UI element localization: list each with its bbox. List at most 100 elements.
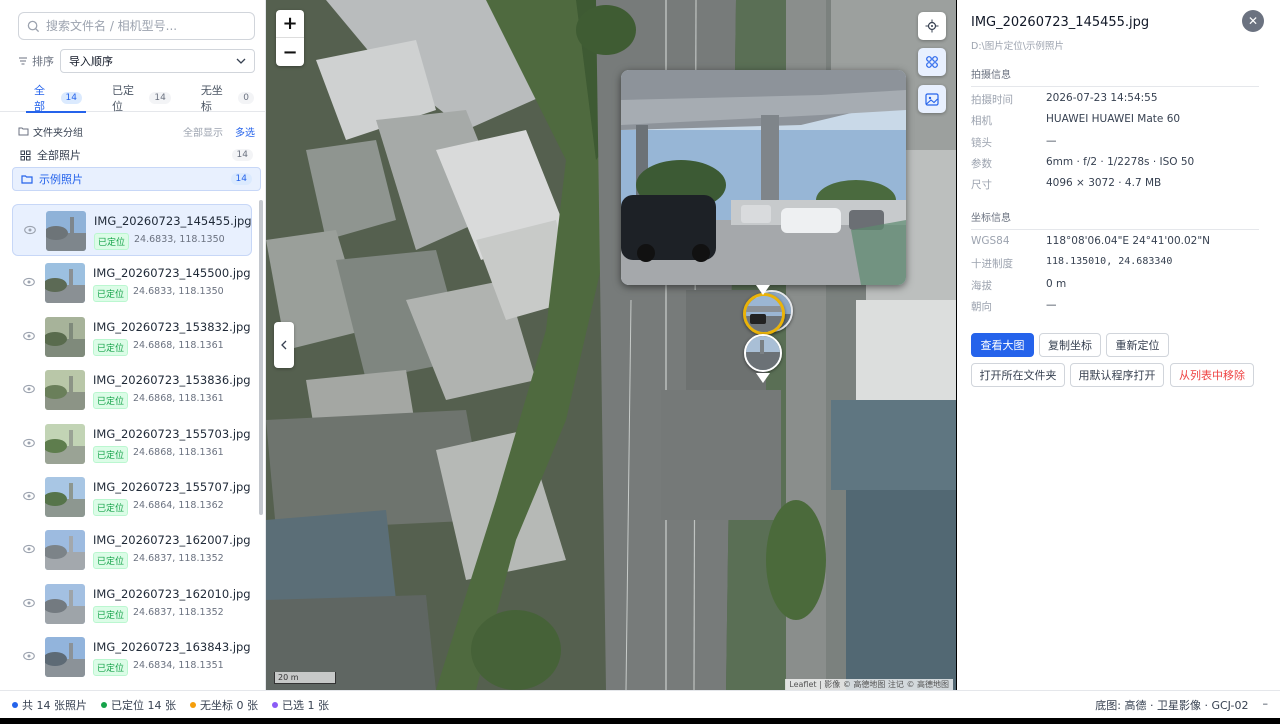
group-item-all-photos[interactable]: 全部照片 14 <box>12 143 261 167</box>
shoot-info-section: 拍摄信息 <box>971 66 1259 87</box>
chevron-left-icon <box>281 340 287 350</box>
photo-coord: 24.6833, 118.1350 <box>133 286 224 298</box>
remove-from-list-button[interactable]: 从列表中移除 <box>1170 363 1254 387</box>
zoom-in-button[interactable]: + <box>276 10 304 38</box>
copy-coords-button[interactable]: 复制坐标 <box>1039 333 1101 357</box>
photo-list-item[interactable]: IMG_20260723_163843.jpg 已定位 24.6834, 118.1… <box>12 631 252 683</box>
eye-icon[interactable] <box>23 331 35 341</box>
search-input[interactable] <box>46 19 246 33</box>
eye-icon[interactable] <box>23 384 35 394</box>
photo-thumbnail <box>46 211 86 251</box>
located-badge: 已定位 <box>93 659 129 677</box>
eye-icon[interactable] <box>23 277 35 287</box>
photo-preview-image <box>621 70 906 285</box>
photo-list-item[interactable]: IMG_20260723_153836.jpg 已定位 24.6868, 118.1… <box>12 364 252 416</box>
folder-group-header: 文件夹分组 全部显示 多选 <box>18 123 255 139</box>
photo-marker[interactable] <box>744 334 782 372</box>
sort-value: 导入顺序 <box>69 55 113 68</box>
detail-title: IMG_20260723_145455.jpg <box>971 15 1150 30</box>
photo-list-item[interactable]: IMG_20260723_153832.jpg 已定位 24.6868, 118.1… <box>12 311 252 363</box>
eye-icon[interactable] <box>23 544 35 554</box>
status-no-coord: 无坐标 0 张 <box>190 697 258 713</box>
detail-row: 相机 HUAWEI HUAWEI Mate 60 <box>971 113 1261 128</box>
photo-list-item[interactable]: IMG_20260723_145455.jpg 已定位 24.6833, 118.1… <box>12 204 252 256</box>
map-scale: 20 m <box>274 672 336 684</box>
dot-icon <box>12 701 18 708</box>
close-button[interactable]: ✕ <box>1242 10 1264 32</box>
tab-no-coord[interactable]: 无坐标 0 <box>183 84 266 113</box>
collapse-left-panel-button[interactable] <box>274 322 294 368</box>
group-title: 文件夹分组 <box>33 127 83 139</box>
cluster-toggle-button[interactable] <box>918 48 946 76</box>
tab-label: 无坐标 <box>200 84 223 113</box>
tab-all[interactable]: 全部 14 <box>16 84 94 113</box>
folder-icon <box>18 127 29 136</box>
eye-icon[interactable] <box>23 491 35 501</box>
eye-icon[interactable] <box>23 651 35 661</box>
open-default-app-button[interactable]: 用默认程序打开 <box>1070 363 1164 387</box>
map-attribution: Leaflet | 影像 © 高德地图 注记 © 高德地图 <box>785 679 953 690</box>
detail-key: 拍摄时间 <box>971 94 1013 106</box>
photo-thumbnail <box>45 583 85 624</box>
eye-icon[interactable] <box>23 598 35 608</box>
photo-thumbnail <box>45 477 85 517</box>
basemap-info[interactable]: 底图: 高德 · 卫星影像 · GCJ-02 <box>1095 697 1248 713</box>
locate-button[interactable] <box>918 12 946 40</box>
image-icon <box>925 92 939 106</box>
open-folder-button[interactable]: 打开所在文件夹 <box>971 363 1065 387</box>
detail-row: 参数 6mm · f/2 · 1/2278s · ISO 50 <box>971 156 1261 171</box>
photo-filename: IMG_20260723_155703.jpg <box>93 426 251 441</box>
status-bar: 共 14 张照片 已定位 14 张 无坐标 0 张 已选 1 张 底图: 高德 … <box>0 690 1280 718</box>
list-scrollbar[interactable] <box>259 200 263 515</box>
photo-filename: IMG_20260723_163843.jpg <box>93 640 251 655</box>
photo-popup-toggle-button[interactable] <box>918 85 946 113</box>
detail-key: 十进制度 <box>971 258 1013 271</box>
photo-list-item[interactable]: IMG_20260723_145500.jpg 已定位 24.6833, 118.1… <box>12 257 252 309</box>
located-badge: 已定位 <box>94 233 130 250</box>
search-box[interactable] <box>18 12 255 40</box>
tab-located[interactable]: 已定位 14 <box>94 84 183 113</box>
photo-list: IMG_20260723_145455.jpg 已定位 24.6833, 118.1… <box>0 200 266 690</box>
located-badge: 已定位 <box>93 338 129 356</box>
photo-coord: 24.6837, 118.1352 <box>133 606 224 618</box>
photo-thumbnail <box>45 530 85 571</box>
sort-label: 排序 <box>32 55 54 68</box>
photo-detail-panel: IMG_20260723_145455.jpg D:\图片定位\示例照片 ✕ 拍… <box>957 0 1280 690</box>
selected-photo-marker[interactable] <box>743 293 785 335</box>
photo-thumbnail <box>45 370 85 411</box>
view-large-button[interactable]: 查看大图 <box>971 333 1034 357</box>
detail-value: — <box>1046 298 1057 311</box>
photo-list-item[interactable]: IMG_20260723_155707.jpg 已定位 24.6864, 118.1… <box>12 471 252 523</box>
located-badge: 已定位 <box>93 392 129 410</box>
located-badge: 已定位 <box>93 499 129 516</box>
map-view[interactable]: + − 20 m Leaflet | 影像 © 高德地图 注记 © 高德地图 <box>266 0 956 690</box>
detail-value: 4096 × 3072 · 4.7 MB <box>1046 177 1162 190</box>
photo-coord: 24.6833, 118.1350 <box>134 234 225 245</box>
photo-preview-popup[interactable] <box>621 70 906 285</box>
eye-icon[interactable] <box>23 438 35 448</box>
show-all-link[interactable]: 全部显示 <box>183 124 223 139</box>
detail-row: 拍摄时间 2026-07-23 14:54:55 <box>971 92 1261 107</box>
located-badge: 已定位 <box>93 445 129 463</box>
dot-icon <box>101 701 107 708</box>
eye-icon[interactable] <box>24 225 36 235</box>
photo-list-item[interactable]: IMG_20260723_162007.jpg 已定位 24.6837, 118.1… <box>12 524 252 576</box>
relocate-button[interactable]: 重新定位 <box>1106 333 1169 357</box>
photo-filename: IMG_20260723_162010.jpg <box>93 586 251 601</box>
photo-list-item[interactable]: IMG_20260723_162010.jpg 已定位 24.6837, 118.1… <box>12 578 252 630</box>
photo-list-item[interactable]: IMG_20260723_155703.jpg 已定位 24.6868, 118.1… <box>12 418 252 470</box>
group-item-sample-photos[interactable]: 示例照片 14 <box>12 167 261 191</box>
photo-coord: 24.6864, 118.1362 <box>133 500 224 511</box>
zoom-control: + − <box>276 10 304 66</box>
multi-select-link[interactable]: 多选 <box>235 124 255 139</box>
photo-coord: 24.6868, 118.1361 <box>133 393 224 405</box>
folder-icon <box>21 175 33 184</box>
detail-value: 0 m <box>1046 277 1067 290</box>
photo-filename: IMG_20260723_145500.jpg <box>93 266 251 281</box>
photo-coord: 24.6868, 118.1361 <box>133 446 224 458</box>
zoom-out-button[interactable]: − <box>276 38 304 66</box>
detail-row: 十进制度 118.135010, 24.683340 <box>971 256 1261 271</box>
sort-select[interactable]: 导入顺序 <box>60 49 255 73</box>
tab-label: 已定位 <box>111 84 134 113</box>
status-selected: 已选 1 张 <box>272 697 329 713</box>
